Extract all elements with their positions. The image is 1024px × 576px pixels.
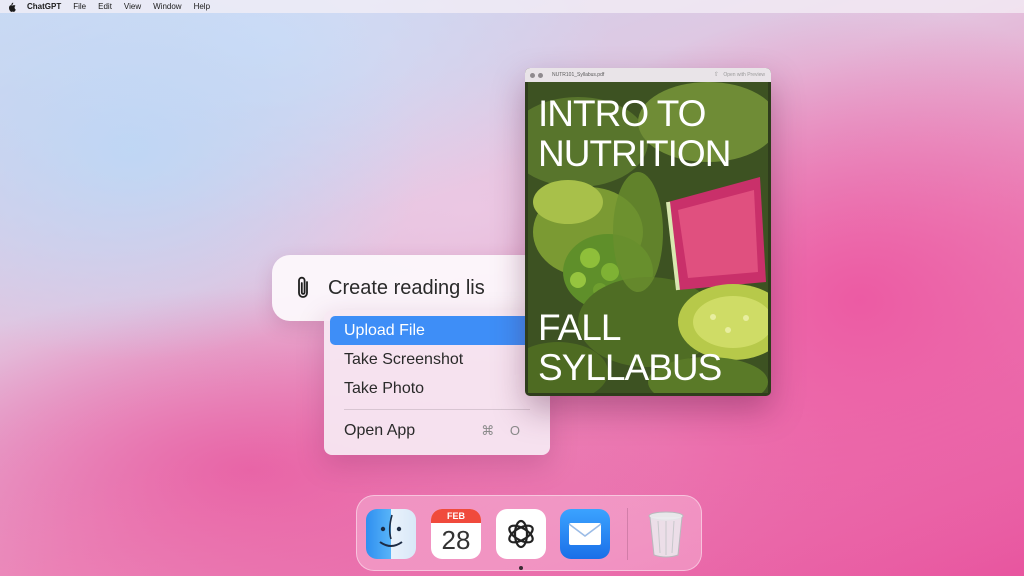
- dock: FEB 28: [356, 495, 702, 571]
- calendar-day: 28: [441, 525, 471, 555]
- cover-subtitle-line: FALL: [538, 307, 621, 348]
- pdf-cover-page: INTRO TO NUTRITION FALL SYLLABUS: [528, 82, 768, 393]
- calendar-month: FEB: [431, 509, 481, 523]
- menu-take-screenshot[interactable]: Take Screenshot: [330, 345, 544, 374]
- cover-subtitle-line: SYLLABUS: [538, 347, 722, 388]
- dock-divider: [627, 508, 628, 560]
- trash-icon[interactable]: [641, 509, 691, 559]
- attach-context-menu: Upload File Take Screenshot Take Photo O…: [324, 310, 550, 455]
- menu-item-chatgpt[interactable]: ChatGPT: [27, 0, 61, 13]
- menu-item-view[interactable]: View: [124, 0, 141, 13]
- cover-title-line: INTRO TO: [538, 93, 706, 134]
- running-indicator: [519, 566, 523, 570]
- prompt-input-text[interactable]: Create reading lis: [328, 277, 485, 300]
- menu-open-app-shortcut: ⌘ O: [481, 422, 526, 438]
- open-with-preview-button[interactable]: Open with Preview: [723, 72, 765, 78]
- cover-title-line: NUTRITION: [538, 133, 731, 174]
- pdf-preview-window[interactable]: NUTR101_Syllabus.pdf ⇧ Open with Preview: [525, 68, 771, 396]
- paperclip-icon[interactable]: [292, 274, 314, 302]
- expand-window-button[interactable]: [538, 72, 543, 78]
- finder-icon[interactable]: [366, 509, 416, 559]
- menu-take-photo[interactable]: Take Photo: [330, 374, 544, 403]
- chatgpt-icon[interactable]: [496, 509, 546, 559]
- menu-upload-file[interactable]: Upload File: [330, 316, 544, 345]
- menu-divider: [344, 409, 530, 410]
- menu-take-photo-label: Take Photo: [344, 379, 425, 397]
- menu-item-help[interactable]: Help: [194, 0, 210, 13]
- close-window-button[interactable]: [530, 72, 535, 78]
- calendar-icon[interactable]: FEB 28: [431, 509, 481, 559]
- menu-open-app[interactable]: Open App ⌘ O: [330, 416, 544, 445]
- menu-take-screenshot-label: Take Screenshot: [344, 350, 464, 368]
- pdf-filename: NUTR101_Syllabus.pdf: [552, 72, 605, 78]
- menu-open-app-label: Open App: [344, 421, 416, 439]
- share-icon[interactable]: ⇧: [714, 71, 719, 78]
- menu-item-window[interactable]: Window: [153, 0, 181, 13]
- menu-upload-file-label: Upload File: [344, 321, 425, 339]
- pdf-titlebar[interactable]: NUTR101_Syllabus.pdf ⇧ Open with Preview: [525, 68, 771, 82]
- menu-bar: ChatGPT File Edit View Window Help: [0, 0, 1024, 13]
- apple-logo-icon[interactable]: [7, 1, 17, 12]
- mail-icon[interactable]: [560, 509, 610, 559]
- menu-item-edit[interactable]: Edit: [98, 0, 112, 13]
- cover-title: INTRO TO NUTRITION: [538, 94, 768, 174]
- menu-item-file[interactable]: File: [73, 0, 86, 13]
- cover-subtitle: FALL SYLLABUS: [538, 308, 768, 388]
